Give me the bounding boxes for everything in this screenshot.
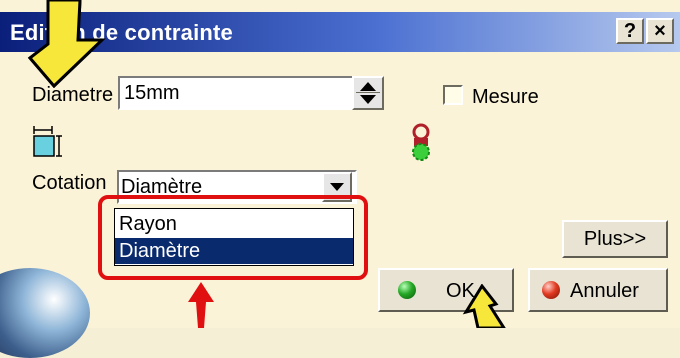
globe-image <box>0 268 90 358</box>
option-diametre[interactable]: Diamètre <box>115 238 353 264</box>
spinner-up-icon[interactable] <box>360 82 376 91</box>
annuler-button[interactable]: Annuler <box>528 268 668 312</box>
annuler-label: Annuler <box>570 280 639 302</box>
cotation-options-list[interactable]: Rayon Diamètre <box>114 208 354 266</box>
option-rayon[interactable]: Rayon <box>115 211 353 237</box>
mesure-label: Mesure <box>472 86 539 108</box>
diameter-dimension-icon <box>33 126 62 157</box>
diametre-label: Diametre <box>32 84 114 106</box>
annotation-arrow-ok <box>462 284 506 328</box>
red-ball-icon <box>542 281 560 299</box>
cotation-label: Cotation <box>32 172 107 194</box>
annotation-arrow-red <box>188 282 214 328</box>
diametre-input[interactable]: 15mm <box>118 76 354 110</box>
plus-button[interactable]: Plus>> <box>562 220 668 258</box>
close-button[interactable]: × <box>646 18 674 44</box>
constraint-dialog: Edition de contrainte ? × Diametre 15mm … <box>0 0 680 358</box>
constraint-status-icon <box>412 123 430 161</box>
mesure-checkbox[interactable] <box>443 85 463 105</box>
chevron-down-icon <box>330 183 344 191</box>
green-ball-icon <box>398 281 416 299</box>
spinner-down-icon[interactable] <box>360 95 376 104</box>
diametre-spinner[interactable] <box>352 76 384 110</box>
help-button[interactable]: ? <box>616 18 644 44</box>
annotation-arrow-top-overlay <box>27 0 106 88</box>
